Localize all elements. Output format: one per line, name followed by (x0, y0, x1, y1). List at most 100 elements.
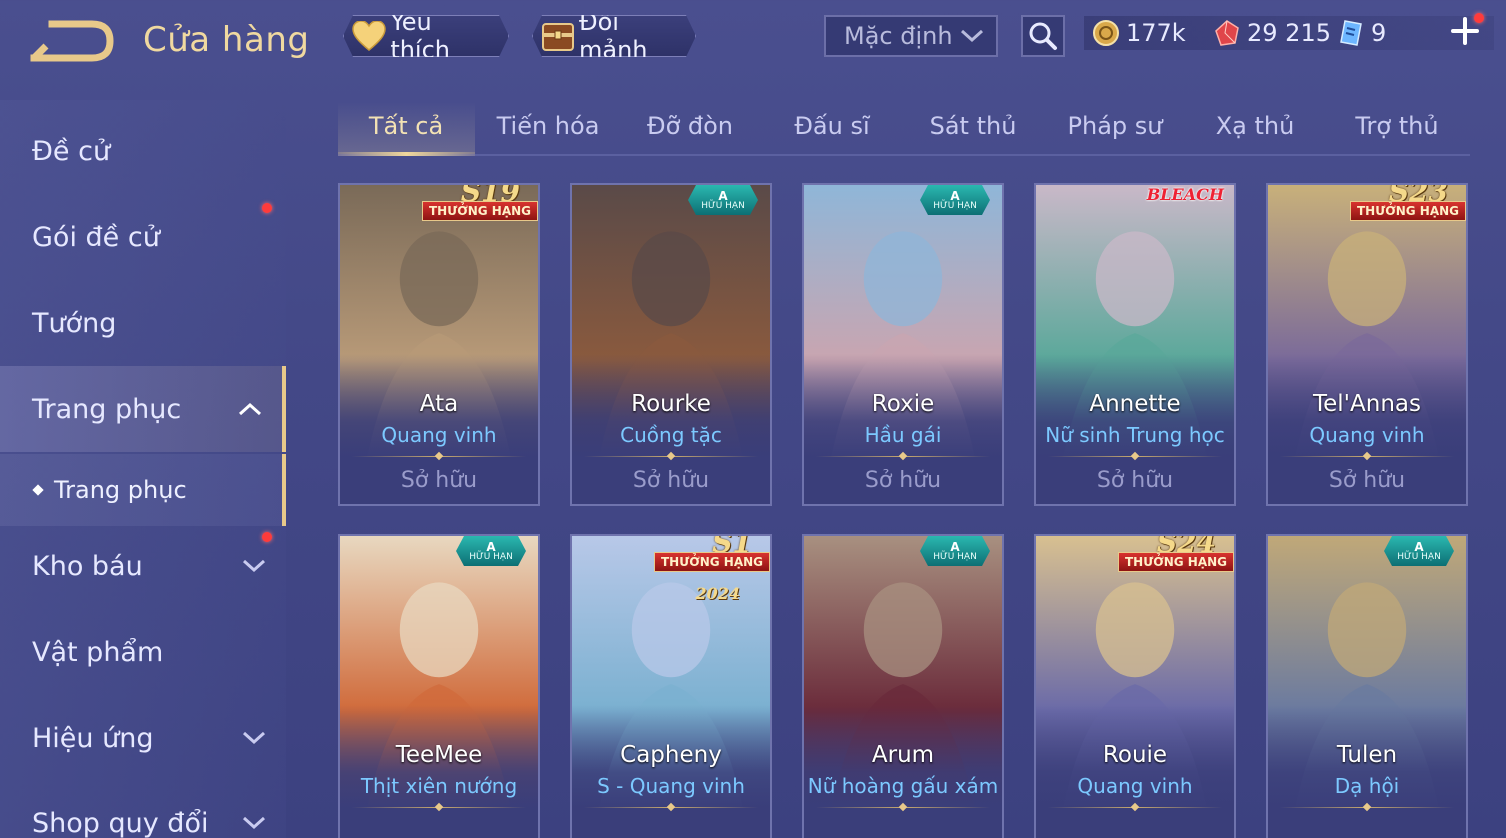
badge-label: HỮU HẠN (933, 551, 977, 562)
card-fade (804, 705, 1002, 838)
sidebar-item-heroes[interactable]: Tướng (0, 280, 286, 366)
skin-card[interactable]: Capheny S - Quang vinh S1 THƯỞNG HẠNG 202… (570, 534, 772, 838)
tab-marksman[interactable]: Xạ thủ (1216, 112, 1295, 140)
tab-assassin[interactable]: Sát thủ (930, 112, 1017, 140)
skin-card[interactable]: Rouie Quang vinh S24 THƯỞNG HẠNG (1034, 534, 1236, 838)
hero-name: Roxie (871, 391, 935, 417)
ruby-balance: 29 215 (1213, 16, 1331, 50)
rank-reward-ribbon: THƯỞNG HẠNG (653, 552, 770, 572)
sidebar-item-label: Gói đề cử (32, 221, 160, 253)
exchange-fragments-button[interactable]: Đổi mảnh (532, 15, 696, 57)
ownership-status: Sở hữu (864, 468, 942, 493)
tab-all[interactable]: Tất cả (369, 112, 443, 140)
ownership-status: Sở hữu (1096, 468, 1174, 493)
rank-reward-badge: S19 THƯỞNG HẠNG (421, 185, 538, 231)
sidebar-subitem-label: Trang phục (54, 476, 187, 504)
heart-icon (352, 18, 386, 54)
skin-card[interactable]: TeeMee Thịt xiên nướng A HỮU HẠN (338, 534, 540, 838)
sidebar-item-skins[interactable]: Trang phục (0, 366, 286, 452)
gold-balance: 177k (1092, 16, 1186, 50)
favorites-button[interactable]: Yêu thích (343, 15, 509, 57)
ruby-amount: 29 215 (1247, 19, 1331, 47)
chevron-down-icon (242, 731, 266, 745)
skin-card[interactable]: Arum Nữ hoàng gấu xám A HỮU HẠN (802, 534, 1004, 838)
hero-name: Rourke (631, 391, 711, 417)
rank-reward-badge: S23 THƯỞNG HẠNG (1349, 185, 1466, 231)
skin-name: Hầu gái (864, 423, 942, 447)
hero-name: Ata (419, 391, 459, 417)
sidebar-item-recommended[interactable]: Đề cử (0, 108, 286, 194)
tab-tank[interactable]: Đỡ đòn (647, 112, 733, 140)
limited-badge: A HỮU HẠN (920, 185, 990, 215)
search-button[interactable] (1021, 15, 1065, 57)
limited-badge: A HỮU HẠN (688, 185, 758, 215)
token-amount: 9 (1371, 19, 1387, 47)
sort-selected-value: Mặc định (844, 22, 953, 50)
skin-name: S - Quang vinh (597, 774, 745, 798)
skin-name: Nữ sinh Trung học (1045, 423, 1225, 447)
sidebar-item-label: Shop quy đổi (32, 807, 209, 838)
tab-evolution[interactable]: Tiến hóa (497, 112, 600, 140)
sidebar-item-label: Vật phẩm (32, 636, 164, 668)
skin-card[interactable]: Tel'Annas Quang vinh Sở hữu S23 THƯỞNG H… (1266, 183, 1468, 506)
skin-card[interactable]: Roxie Hầu gái Sở hữu A HỮU HẠN (802, 183, 1004, 506)
ownership-status: Sở hữu (1328, 468, 1406, 493)
chevron-down-icon (960, 29, 984, 43)
tab-mage[interactable]: Pháp sư (1068, 112, 1163, 140)
limited-badge: A HỮU HẠN (920, 536, 990, 566)
ownership-status: Sở hữu (632, 468, 710, 493)
badge-tier: A (1414, 539, 1424, 554)
favorites-label: Yêu thích (390, 8, 451, 64)
skin-card[interactable]: Rourke Cuồng tặc Sở hữu A HỮU HẠN (570, 183, 772, 506)
notification-dot (262, 203, 272, 213)
sidebar-item-items[interactable]: Vật phẩm (0, 609, 286, 695)
skin-card[interactable]: Ata Quang vinh Sở hữu S19 THƯỞNG HẠNG (338, 183, 540, 506)
sidebar-item-label: Đề cử (32, 135, 111, 167)
sidebar-item-effects[interactable]: Hiệu ứng (0, 695, 286, 781)
skin-card[interactable]: Annette Nữ sinh Trung học Sở hữu BLEACH (1034, 183, 1236, 506)
rank-reward-ribbon: THƯỞNG HẠNG (1349, 201, 1466, 221)
badge-tier: A (718, 188, 728, 203)
rank-reward-ribbon: THƯỞNG HẠNG (1117, 552, 1234, 572)
badge-label: HỮU HẠN (701, 200, 745, 211)
tab-fighter[interactable]: Đấu sĩ (794, 112, 869, 140)
skin-name: Nữ hoàng gấu xám (807, 774, 999, 798)
chevron-up-icon (238, 402, 262, 416)
sidebar-item-label: Hiệu ứng (32, 722, 154, 754)
skin-name: Cuồng tặc (620, 423, 722, 447)
rank-reward-badge: S1 THƯỞNG HẠNG (653, 536, 770, 582)
notification-dot (1474, 13, 1484, 23)
back-button[interactable] (30, 18, 114, 64)
bullet-icon (32, 484, 44, 496)
sort-dropdown[interactable]: Mặc định (824, 15, 998, 57)
sidebar-item-recommended-bundles[interactable]: Gói đề cử (0, 194, 286, 280)
sidebar-item-treasure[interactable]: Kho báu (0, 523, 286, 609)
tab-support[interactable]: Trợ thủ (1355, 112, 1438, 140)
limited-badge: A HỮU HẠN (1384, 536, 1454, 566)
skin-name: Thịt xiên nướng (360, 774, 518, 798)
skin-name: Quang vinh (1309, 423, 1425, 447)
sidebar-item-label: Trang phục (32, 393, 182, 425)
skin-name: Dạ hội (1334, 774, 1400, 798)
hero-name: TeeMee (395, 742, 483, 768)
sidebar-item-label: Tướng (32, 307, 117, 339)
page-title: Cửa hàng (143, 20, 310, 60)
search-icon (1029, 22, 1057, 50)
skin-name: Quang vinh (1077, 774, 1193, 798)
card-fade (572, 705, 770, 838)
hero-name: Annette (1089, 391, 1181, 417)
gold-amount: 177k (1126, 19, 1186, 47)
skin-name: Quang vinh (381, 423, 497, 447)
ownership-status: Sở hữu (400, 468, 478, 493)
card-fade (340, 705, 538, 838)
limited-badge: A HỮU HẠN (456, 536, 526, 566)
sidebar-item-exchange-shop[interactable]: Shop quy đổi (0, 780, 286, 838)
card-fade (1268, 705, 1466, 838)
ruby-gem-icon (1215, 20, 1239, 46)
badge-tier: A (950, 539, 960, 554)
skin-card[interactable]: Tulen Dạ hội A HỮU HẠN (1266, 534, 1468, 838)
hero-name: Tel'Annas (1313, 391, 1421, 417)
badge-label: HỮU HẠN (933, 200, 977, 211)
hero-name: Tulen (1336, 742, 1398, 768)
sidebar-subitem-skins[interactable]: Trang phục (0, 454, 286, 526)
